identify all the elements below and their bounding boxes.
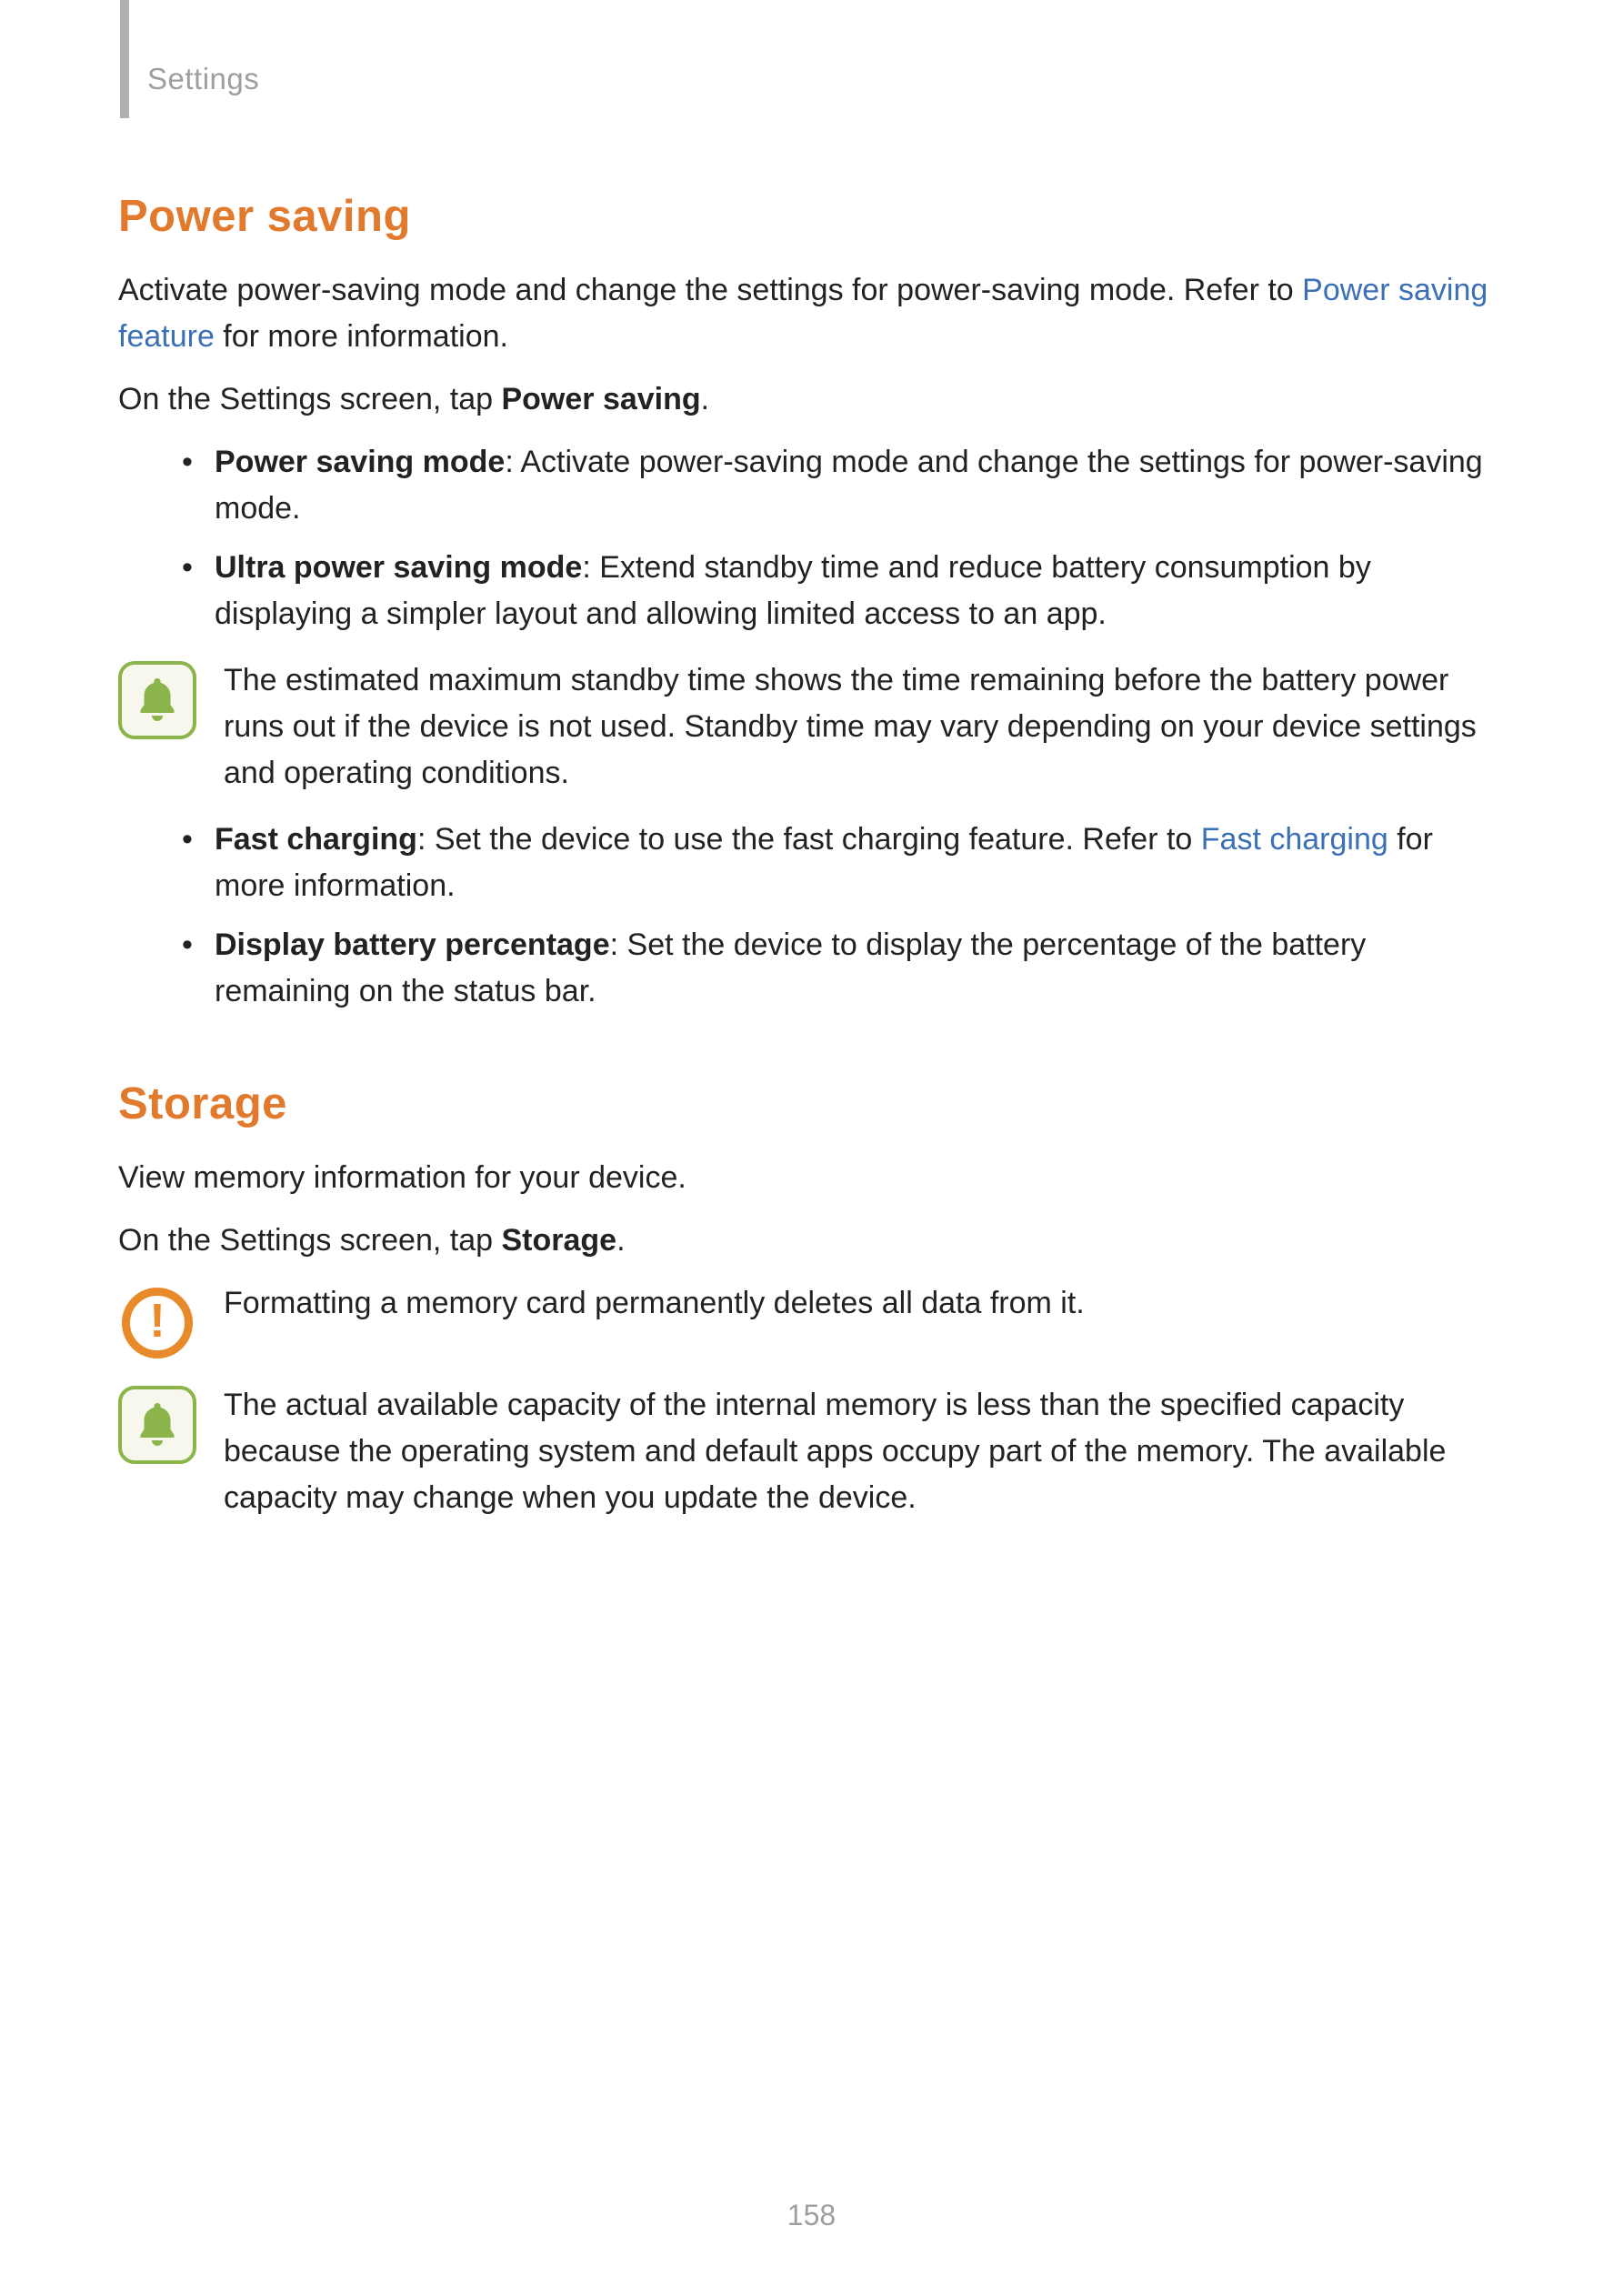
heading-power-saving: Power saving [118, 191, 1505, 242]
note-icon [118, 1386, 196, 1464]
note-callout: The actual available capacity of the int… [118, 1382, 1505, 1521]
text: Activate power-saving mode and change th… [118, 273, 1302, 307]
bullet-label: Ultra power saving mode [215, 550, 582, 585]
text: On the Settings screen, tap [118, 1223, 501, 1258]
exclamation-circle-icon: ! [122, 1288, 193, 1359]
list-item: Power saving mode: Activate power-saving… [182, 439, 1505, 532]
text-bold: Power saving [501, 382, 700, 416]
header-tab-bar: Settings [118, 55, 1505, 91]
text: for more information. [215, 319, 508, 354]
note-text: The actual available capacity of the int… [224, 1382, 1505, 1521]
list-item: Fast charging: Set the device to use the… [182, 817, 1505, 909]
list-item: Ultra power saving mode: Extend standby … [182, 545, 1505, 637]
bell-icon [136, 677, 178, 724]
breadcrumb: Settings [147, 62, 259, 96]
warning-text: Formatting a memory card permanently del… [224, 1280, 1505, 1327]
note-callout: The estimated maximum standby time shows… [118, 657, 1505, 797]
note-icon [118, 661, 196, 739]
warning-icon: ! [118, 1284, 196, 1362]
power-saving-bullets-1: Power saving mode: Activate power-saving… [182, 439, 1505, 637]
heading-storage: Storage [118, 1078, 1505, 1129]
list-item: Display battery percentage: Set the devi… [182, 922, 1505, 1015]
bullet-label: Display battery percentage [215, 927, 610, 962]
exclamation-icon: ! [149, 1298, 165, 1345]
storage-intro: View memory information for your device. [118, 1155, 1505, 1201]
tab-marker [120, 0, 129, 118]
text: . [616, 1223, 625, 1258]
note-text: The estimated maximum standby time shows… [224, 657, 1505, 797]
bullet-text: : Set the device to use the fast chargin… [417, 822, 1201, 857]
bullet-label: Fast charging [215, 822, 417, 857]
text-bold: Storage [501, 1223, 616, 1258]
warning-callout: ! Formatting a memory card permanently d… [118, 1280, 1505, 1362]
bell-icon [136, 1401, 178, 1449]
storage-nav: On the Settings screen, tap Storage. [118, 1218, 1505, 1264]
text: . [701, 382, 709, 416]
power-saving-nav: On the Settings screen, tap Power saving… [118, 376, 1505, 423]
page-number: 158 [0, 2199, 1623, 2232]
text: On the Settings screen, tap [118, 382, 501, 416]
link-fast-charging[interactable]: Fast charging [1201, 822, 1388, 857]
power-saving-intro: Activate power-saving mode and change th… [118, 267, 1505, 360]
bullet-label: Power saving mode [215, 445, 505, 479]
power-saving-bullets-2: Fast charging: Set the device to use the… [182, 817, 1505, 1015]
